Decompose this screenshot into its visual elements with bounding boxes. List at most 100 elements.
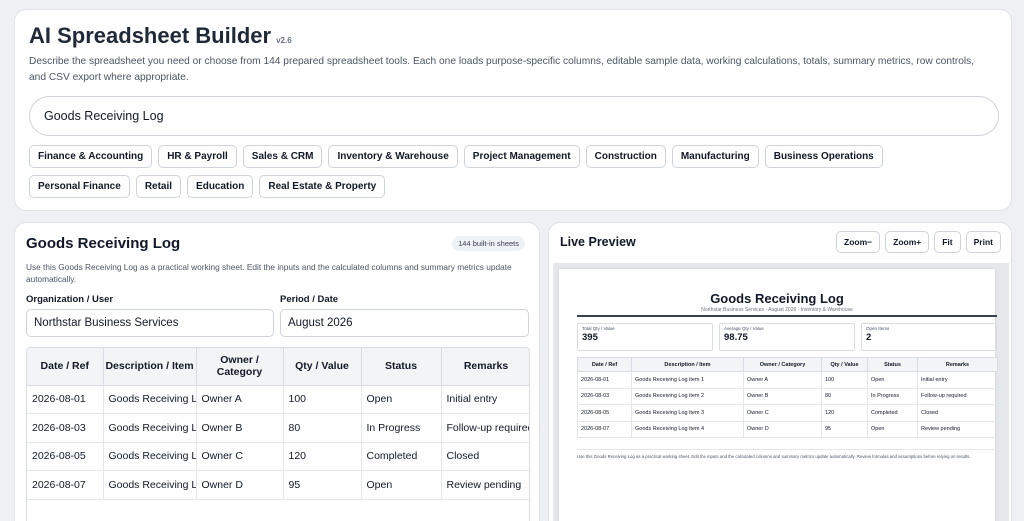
table-cell: Goods Receiving Log item 4 — [631, 420, 744, 438]
table-cell[interactable]: Goods Receiving Log item 3 — [103, 442, 197, 471]
organization-label: Organization / User — [26, 294, 114, 305]
table-cell: Review pending — [917, 420, 998, 438]
metric-total: Total Qty / Value 395 — [577, 323, 713, 351]
preview-table-row: 2026-08-03 Goods Receiving Log item 2 Owne… — [577, 387, 998, 405]
column-header[interactable]: Date / Ref — [577, 357, 632, 372]
column-header[interactable]: Owner / Category — [743, 357, 822, 372]
category-chip[interactable]: Sales & CRM — [242, 145, 323, 168]
sheet-search-input[interactable] — [29, 96, 999, 136]
metric-average: Average Qty / Value 98.75 — [719, 323, 855, 351]
metric-value: 395 — [582, 332, 598, 343]
table-header-row: Date / Ref Description / Item Owner / Cate… — [27, 348, 529, 386]
table-cell[interactable]: Completed — [361, 442, 442, 471]
preview-canvas: Goods Receiving Log Northstar Business S… — [553, 263, 1009, 521]
column-header[interactable]: Description / Item — [103, 348, 197, 386]
category-chip[interactable]: Inventory & Warehouse — [328, 145, 458, 168]
zoom-in-button[interactable]: Zoom+ — [885, 231, 930, 253]
column-header[interactable]: Status — [361, 348, 442, 386]
sheet-title: Goods Receiving Log — [26, 235, 181, 252]
table-cell[interactable]: Owner A — [196, 385, 284, 414]
category-chip[interactable]: Personal Finance — [29, 175, 130, 198]
table-cell: 120 — [821, 404, 868, 422]
table-cell[interactable]: Open — [361, 385, 442, 414]
category-chip[interactable]: Education — [187, 175, 254, 198]
table-cell[interactable]: 80 — [283, 413, 362, 443]
organization-input[interactable] — [26, 309, 274, 337]
table-cell[interactable]: In Progress — [361, 413, 442, 443]
fit-button[interactable]: Fit — [934, 231, 961, 253]
preview-page: Goods Receiving Log Northstar Business S… — [559, 269, 998, 521]
table-row: 2026-08-07Goods Receiving Log item 4Owne… — [27, 470, 529, 500]
category-chips: Finance & Accounting HR & Payroll Sales & … — [29, 145, 989, 198]
table-row: 2026-08-05Goods Receiving Log item 3Owne… — [27, 442, 529, 471]
period-input[interactable] — [280, 309, 529, 337]
table-cell[interactable]: 95 — [283, 470, 362, 500]
table-cell[interactable]: Owner D — [196, 470, 284, 500]
table-cell: 2026-08-03 — [577, 387, 632, 405]
table-cell: 95 — [821, 420, 868, 438]
table-cell: Goods Receiving Log item 1 — [631, 371, 744, 389]
preview-table-row: 2026-08-05 Goods Receiving Log item 3 Owne… — [577, 404, 998, 422]
version-label: v2.6 — [276, 36, 292, 45]
column-header[interactable]: Date / Ref — [27, 348, 104, 386]
metric-label: Average Qty / Value — [724, 326, 764, 331]
table-cell: Follow-up required — [917, 387, 998, 405]
table-row: 2026-08-01Goods Receiving Log item 1Owne… — [27, 385, 529, 414]
column-header[interactable]: Owner / Category — [196, 348, 284, 386]
app-title: AI Spreadsheet Builder — [29, 23, 272, 48]
category-chip[interactable]: Business Operations — [764, 145, 883, 168]
title-row: AI Spreadsheet Builder v2.6 — [29, 23, 292, 49]
table-cell[interactable]: 2026-08-03 — [27, 413, 104, 443]
column-header[interactable]: Remarks — [441, 348, 529, 386]
table-cell: Owner C — [743, 404, 822, 422]
table-cell: 2026-08-07 — [577, 420, 632, 438]
table-cell: 2026-08-05 — [577, 404, 632, 422]
category-chip[interactable]: Finance & Accounting — [29, 145, 153, 168]
preview-title: Live Preview — [560, 235, 636, 249]
table-cell: In Progress — [867, 387, 918, 405]
table-cell[interactable]: Review pending — [441, 470, 529, 500]
table-cell[interactable]: 2026-08-01 — [27, 385, 104, 414]
metric-value: 2 — [866, 332, 872, 343]
metric-open-items: Open Items 2 — [861, 323, 997, 351]
table-cell[interactable]: Initial entry — [441, 385, 529, 414]
metric-label: Total Qty / Value — [582, 326, 615, 331]
zoom-out-button[interactable]: Zoom− — [836, 231, 881, 253]
category-chip[interactable]: Construction — [585, 145, 666, 168]
preview-doc-subtitle: Northstar Business Services · August 202… — [701, 307, 853, 313]
table-cell[interactable]: Open — [361, 470, 442, 500]
print-button[interactable]: Print — [965, 231, 1001, 253]
column-header[interactable]: Qty / Value — [283, 348, 362, 386]
category-chip[interactable]: Retail — [135, 175, 182, 198]
table-cell[interactable]: Owner B — [196, 413, 284, 443]
table-cell[interactable]: 100 — [283, 385, 362, 414]
category-chip[interactable]: Manufacturing — [671, 145, 759, 168]
column-header[interactable]: Status — [867, 357, 918, 372]
table-cell[interactable]: 120 — [283, 442, 362, 471]
category-chip[interactable]: Real Estate & Property — [259, 175, 386, 198]
preview-divider — [577, 315, 997, 317]
table-cell[interactable]: Goods Receiving Log item 4 — [103, 470, 197, 500]
preview-table: Date / Ref Description / Item Owner / Cate… — [577, 357, 998, 438]
table-cell[interactable]: 2026-08-07 — [27, 470, 104, 500]
sheet-table: Date / Ref Description / Item Owner / Cate… — [27, 348, 529, 500]
table-cell[interactable]: Goods Receiving Log item 1 — [103, 385, 197, 414]
column-header[interactable]: Remarks — [917, 357, 998, 372]
table-cell: Owner D — [743, 420, 822, 438]
table-cell: Owner B — [743, 387, 822, 405]
table-cell[interactable]: Follow-up required — [441, 413, 529, 443]
table-cell[interactable]: Closed — [441, 442, 529, 471]
preview-doc-title: Goods Receiving Log — [710, 291, 844, 306]
table-cell: Open — [867, 420, 918, 438]
column-header[interactable]: Qty / Value — [821, 357, 868, 372]
table-cell[interactable]: Goods Receiving Log item 2 — [103, 413, 197, 443]
category-chip[interactable]: Project Management — [463, 145, 580, 168]
table-cell[interactable]: Owner C — [196, 442, 284, 471]
table-cell: Initial entry — [917, 371, 998, 389]
preview-note: Use this Goods Receiving Log as a practi… — [577, 449, 997, 460]
table-cell: Goods Receiving Log item 3 — [631, 404, 744, 422]
column-header[interactable]: Description / Item — [631, 357, 744, 372]
table-cell[interactable]: 2026-08-05 — [27, 442, 104, 471]
sheet-editor-card: Goods Receiving Log 144 built-in sheets … — [14, 222, 540, 521]
category-chip[interactable]: HR & Payroll — [158, 145, 237, 168]
